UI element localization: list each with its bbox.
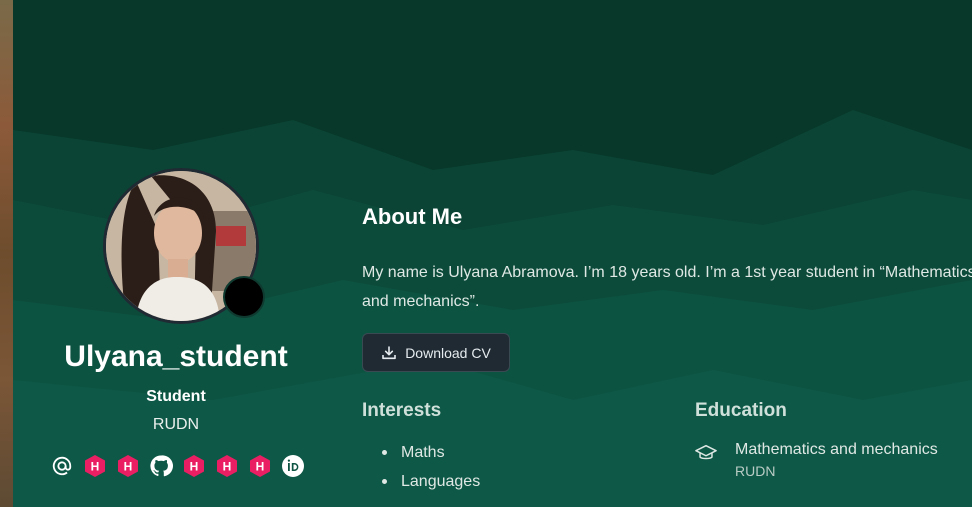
window-edge-strip: [0, 0, 13, 507]
download-cv-label: Download CV: [405, 344, 491, 361]
svg-text:H: H: [189, 459, 198, 473]
hugo-icon: H: [216, 454, 237, 477]
download-icon: [382, 345, 396, 359]
hugo-icon: H: [117, 454, 138, 477]
interests-list: Maths Languages: [382, 438, 480, 496]
status-indicator: [223, 276, 265, 318]
hugo-link-5[interactable]: H: [247, 453, 272, 478]
orcid-link[interactable]: [280, 453, 305, 478]
education-title: Education: [695, 400, 787, 421]
profile-name: Ulyana_student: [64, 340, 288, 373]
orcid-icon: [281, 454, 304, 477]
interest-label: Languages: [401, 472, 481, 490]
github-link[interactable]: [148, 453, 173, 478]
svg-text:H: H: [123, 459, 132, 473]
graduation-cap-icon: [695, 444, 717, 460]
bullet-icon: [382, 450, 387, 455]
education-school: RUDN: [735, 463, 776, 479]
profile-role: Student: [146, 388, 206, 405]
bullet-icon: [382, 479, 387, 484]
hugo-link-3[interactable]: H: [181, 453, 206, 478]
svg-text:H: H: [90, 459, 99, 473]
interests-title: Interests: [362, 400, 442, 421]
education-degree: Mathematics and mechanics: [735, 441, 938, 458]
avatar-container: [103, 168, 265, 324]
download-cv-button[interactable]: Download CV: [362, 333, 510, 372]
social-links: H H H H H: [49, 453, 305, 478]
hugo-icon: H: [84, 454, 105, 477]
hugo-icon: H: [249, 454, 270, 477]
about-title: About Me: [362, 204, 463, 229]
hugo-icon: H: [183, 454, 204, 477]
education-details: Mathematics and mechanics RUDN: [735, 439, 938, 481]
hugo-link-1[interactable]: H: [82, 453, 107, 478]
list-item: Languages: [382, 467, 480, 496]
hugo-link-4[interactable]: H: [214, 453, 239, 478]
about-text: My name is Ulyana Abramova. I’m 18 years…: [362, 264, 972, 310]
interest-label: Maths: [401, 443, 445, 461]
at-icon: [52, 456, 71, 475]
github-icon: [149, 454, 173, 476]
profile-organization: RUDN: [152, 416, 200, 433]
hero-section: Ulyana_student Student RUDN H H H H H Ab…: [13, 0, 972, 507]
list-item: Maths: [382, 438, 480, 467]
email-link[interactable]: [49, 453, 74, 478]
education-item: Mathematics and mechanics RUDN: [695, 439, 938, 481]
svg-text:H: H: [222, 459, 231, 473]
hugo-link-2[interactable]: H: [115, 453, 140, 478]
svg-text:H: H: [255, 459, 264, 473]
